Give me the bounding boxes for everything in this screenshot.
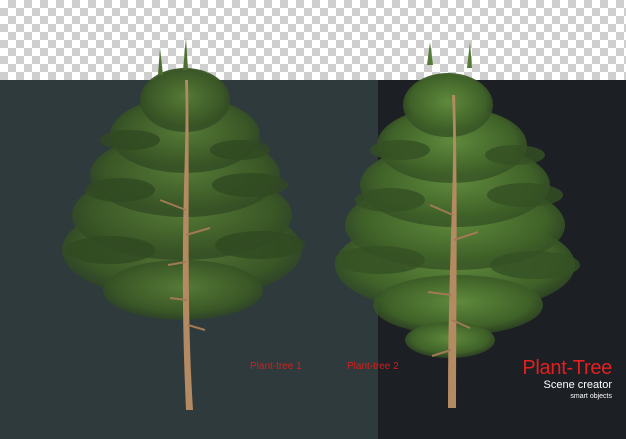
brand-title: Plant-Tree bbox=[522, 357, 612, 379]
pine-tree-2 bbox=[335, 42, 580, 408]
brand-tagline: smart objects bbox=[570, 393, 612, 400]
pine-tree-1 bbox=[62, 38, 305, 410]
tree-1-label: Plant-tree 1 bbox=[250, 361, 302, 372]
brand-block: Plant-Tree Scene creator smart objects bbox=[522, 357, 612, 401]
tree-2-label: Plant-tree 2 bbox=[347, 361, 399, 372]
brand-subtitle: Scene creator bbox=[543, 379, 612, 391]
